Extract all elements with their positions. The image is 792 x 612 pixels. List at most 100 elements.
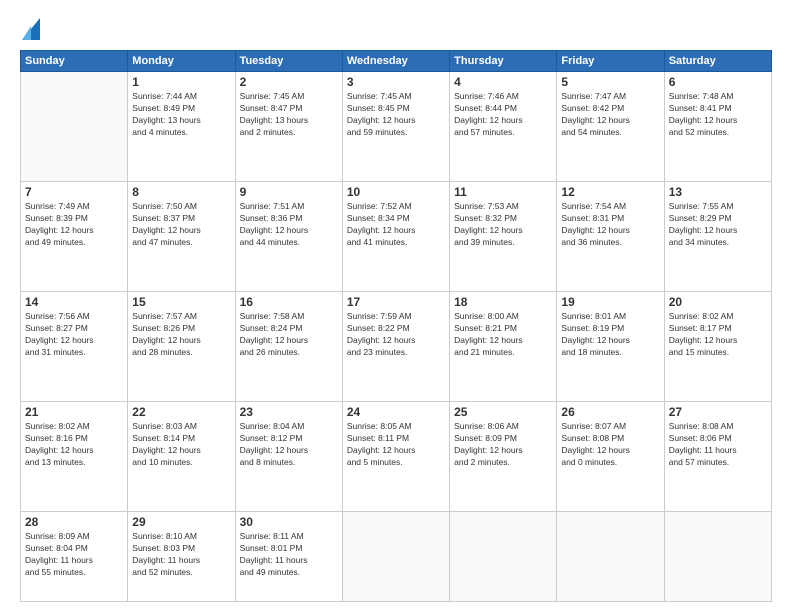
day-number: 14 (25, 295, 123, 309)
calendar-cell: 27 Sunrise: 8:08 AM Sunset: 8:06 PM Dayli… (664, 402, 771, 512)
day-info: Sunrise: 7:50 AM Sunset: 8:37 PM Dayligh… (132, 201, 230, 249)
day-info: Sunrise: 8:02 AM Sunset: 8:17 PM Dayligh… (669, 311, 767, 359)
weekday-header-tuesday: Tuesday (235, 51, 342, 72)
weekday-header-friday: Friday (557, 51, 664, 72)
day-info: Sunrise: 7:57 AM Sunset: 8:26 PM Dayligh… (132, 311, 230, 359)
weekday-header-wednesday: Wednesday (342, 51, 449, 72)
day-number: 4 (454, 75, 552, 89)
calendar-cell: 1 Sunrise: 7:44 AM Sunset: 8:49 PM Daylig… (128, 72, 235, 182)
calendar-cell: 6 Sunrise: 7:48 AM Sunset: 8:41 PM Daylig… (664, 72, 771, 182)
day-info: Sunrise: 8:00 AM Sunset: 8:21 PM Dayligh… (454, 311, 552, 359)
calendar-cell: 28 Sunrise: 8:09 AM Sunset: 8:04 PM Dayli… (21, 512, 128, 602)
day-info: Sunrise: 8:08 AM Sunset: 8:06 PM Dayligh… (669, 421, 767, 469)
weekday-header-saturday: Saturday (664, 51, 771, 72)
day-number: 6 (669, 75, 767, 89)
day-info: Sunrise: 7:49 AM Sunset: 8:39 PM Dayligh… (25, 201, 123, 249)
calendar-cell: 23 Sunrise: 8:04 AM Sunset: 8:12 PM Dayli… (235, 402, 342, 512)
day-number: 17 (347, 295, 445, 309)
day-number: 20 (669, 295, 767, 309)
calendar-week-row: 7 Sunrise: 7:49 AM Sunset: 8:39 PM Daylig… (21, 182, 772, 292)
day-number: 12 (561, 185, 659, 199)
day-number: 21 (25, 405, 123, 419)
calendar-cell: 5 Sunrise: 7:47 AM Sunset: 8:42 PM Daylig… (557, 72, 664, 182)
day-info: Sunrise: 8:04 AM Sunset: 8:12 PM Dayligh… (240, 421, 338, 469)
day-number: 27 (669, 405, 767, 419)
calendar-week-row: 28 Sunrise: 8:09 AM Sunset: 8:04 PM Dayli… (21, 512, 772, 602)
calendar-cell: 15 Sunrise: 7:57 AM Sunset: 8:26 PM Dayli… (128, 292, 235, 402)
day-number: 10 (347, 185, 445, 199)
day-number: 16 (240, 295, 338, 309)
day-number: 1 (132, 75, 230, 89)
calendar-cell: 2Sunrise: 7:45 AM Sunset: 8:47 PM Daylig… (235, 72, 342, 182)
calendar-cell: 18 Sunrise: 8:00 AM Sunset: 8:21 PM Dayli… (450, 292, 557, 402)
calendar-cell: 17 Sunrise: 7:59 AM Sunset: 8:22 PM Dayli… (342, 292, 449, 402)
day-info: Sunrise: 8:01 AM Sunset: 8:19 PM Dayligh… (561, 311, 659, 359)
logo (20, 18, 40, 40)
weekday-header-thursday: Thursday (450, 51, 557, 72)
day-info: Sunrise: 8:07 AM Sunset: 8:08 PM Dayligh… (561, 421, 659, 469)
day-info: Sunrise: 7:53 AM Sunset: 8:32 PM Dayligh… (454, 201, 552, 249)
calendar-cell: 7 Sunrise: 7:49 AM Sunset: 8:39 PM Daylig… (21, 182, 128, 292)
day-info: Sunrise: 7:47 AM Sunset: 8:42 PM Dayligh… (561, 91, 659, 139)
logo-icon (22, 18, 40, 40)
calendar-cell (21, 72, 128, 182)
day-info: Sunrise: 7:46 AM Sunset: 8:44 PM Dayligh… (454, 91, 552, 139)
calendar-cell: 10Sunrise: 7:52 AM Sunset: 8:34 PM Dayli… (342, 182, 449, 292)
day-number: 29 (132, 515, 230, 529)
day-info: Sunrise: 7:45 AM Sunset: 8:47 PM Dayligh… (240, 91, 338, 139)
header (20, 18, 772, 40)
day-number: 18 (454, 295, 552, 309)
day-info: Sunrise: 8:09 AM Sunset: 8:04 PM Dayligh… (25, 531, 123, 579)
day-number: 24 (347, 405, 445, 419)
day-info: Sunrise: 7:51 AM Sunset: 8:36 PM Dayligh… (240, 201, 338, 249)
calendar-cell (664, 512, 771, 602)
day-number: 22 (132, 405, 230, 419)
day-number: 11 (454, 185, 552, 199)
calendar-cell: 20 Sunrise: 8:02 AM Sunset: 8:17 PM Dayli… (664, 292, 771, 402)
day-info: Sunrise: 7:58 AM Sunset: 8:24 PM Dayligh… (240, 311, 338, 359)
calendar-cell (450, 512, 557, 602)
day-info: Sunrise: 8:10 AM Sunset: 8:03 PM Dayligh… (132, 531, 230, 579)
day-number: 5 (561, 75, 659, 89)
calendar-cell: 12 Sunrise: 7:54 AM Sunset: 8:31 PM Dayli… (557, 182, 664, 292)
calendar-week-row: 14Sunrise: 7:56 AM Sunset: 8:27 PM Dayli… (21, 292, 772, 402)
day-number: 23 (240, 405, 338, 419)
calendar-cell: 4 Sunrise: 7:46 AM Sunset: 8:44 PM Daylig… (450, 72, 557, 182)
calendar-cell (342, 512, 449, 602)
day-info: Sunrise: 7:54 AM Sunset: 8:31 PM Dayligh… (561, 201, 659, 249)
calendar-cell: 16 Sunrise: 7:58 AM Sunset: 8:24 PM Dayli… (235, 292, 342, 402)
day-info: Sunrise: 8:11 AM Sunset: 8:01 PM Dayligh… (240, 531, 338, 579)
calendar-cell: 9Sunrise: 7:51 AM Sunset: 8:36 PM Daylig… (235, 182, 342, 292)
day-number: 28 (25, 515, 123, 529)
day-number: 8 (132, 185, 230, 199)
calendar-cell: 26 Sunrise: 8:07 AM Sunset: 8:08 PM Dayli… (557, 402, 664, 512)
day-info: Sunrise: 8:06 AM Sunset: 8:09 PM Dayligh… (454, 421, 552, 469)
day-info: Sunrise: 8:03 AM Sunset: 8:14 PM Dayligh… (132, 421, 230, 469)
day-info: Sunrise: 7:44 AM Sunset: 8:49 PM Dayligh… (132, 91, 230, 139)
day-number: 7 (25, 185, 123, 199)
day-number: 26 (561, 405, 659, 419)
weekday-header-row: SundayMondayTuesdayWednesdayThursdayFrid… (21, 51, 772, 72)
calendar-cell: 29 Sunrise: 8:10 AM Sunset: 8:03 PM Dayli… (128, 512, 235, 602)
day-info: Sunrise: 8:05 AM Sunset: 8:11 PM Dayligh… (347, 421, 445, 469)
page: SundayMondayTuesdayWednesdayThursdayFrid… (0, 0, 792, 612)
calendar-cell: 19 Sunrise: 8:01 AM Sunset: 8:19 PM Dayli… (557, 292, 664, 402)
day-number: 15 (132, 295, 230, 309)
calendar-cell: 30 Sunrise: 8:11 AM Sunset: 8:01 PM Dayli… (235, 512, 342, 602)
day-number: 19 (561, 295, 659, 309)
calendar-cell: 13Sunrise: 7:55 AM Sunset: 8:29 PM Dayli… (664, 182, 771, 292)
calendar-cell: 8 Sunrise: 7:50 AM Sunset: 8:37 PM Daylig… (128, 182, 235, 292)
calendar-cell: 22 Sunrise: 8:03 AM Sunset: 8:14 PM Dayli… (128, 402, 235, 512)
day-info: Sunrise: 7:59 AM Sunset: 8:22 PM Dayligh… (347, 311, 445, 359)
weekday-header-sunday: Sunday (21, 51, 128, 72)
calendar-table: SundayMondayTuesdayWednesdayThursdayFrid… (20, 50, 772, 602)
day-number: 13 (669, 185, 767, 199)
calendar-cell: 14Sunrise: 7:56 AM Sunset: 8:27 PM Dayli… (21, 292, 128, 402)
day-number: 30 (240, 515, 338, 529)
weekday-header-monday: Monday (128, 51, 235, 72)
day-info: Sunrise: 7:45 AM Sunset: 8:45 PM Dayligh… (347, 91, 445, 139)
calendar-week-row: 1 Sunrise: 7:44 AM Sunset: 8:49 PM Daylig… (21, 72, 772, 182)
calendar-cell: 3Sunrise: 7:45 AM Sunset: 8:45 PM Daylig… (342, 72, 449, 182)
day-info: Sunrise: 7:48 AM Sunset: 8:41 PM Dayligh… (669, 91, 767, 139)
calendar-cell: 24 Sunrise: 8:05 AM Sunset: 8:11 PM Dayli… (342, 402, 449, 512)
